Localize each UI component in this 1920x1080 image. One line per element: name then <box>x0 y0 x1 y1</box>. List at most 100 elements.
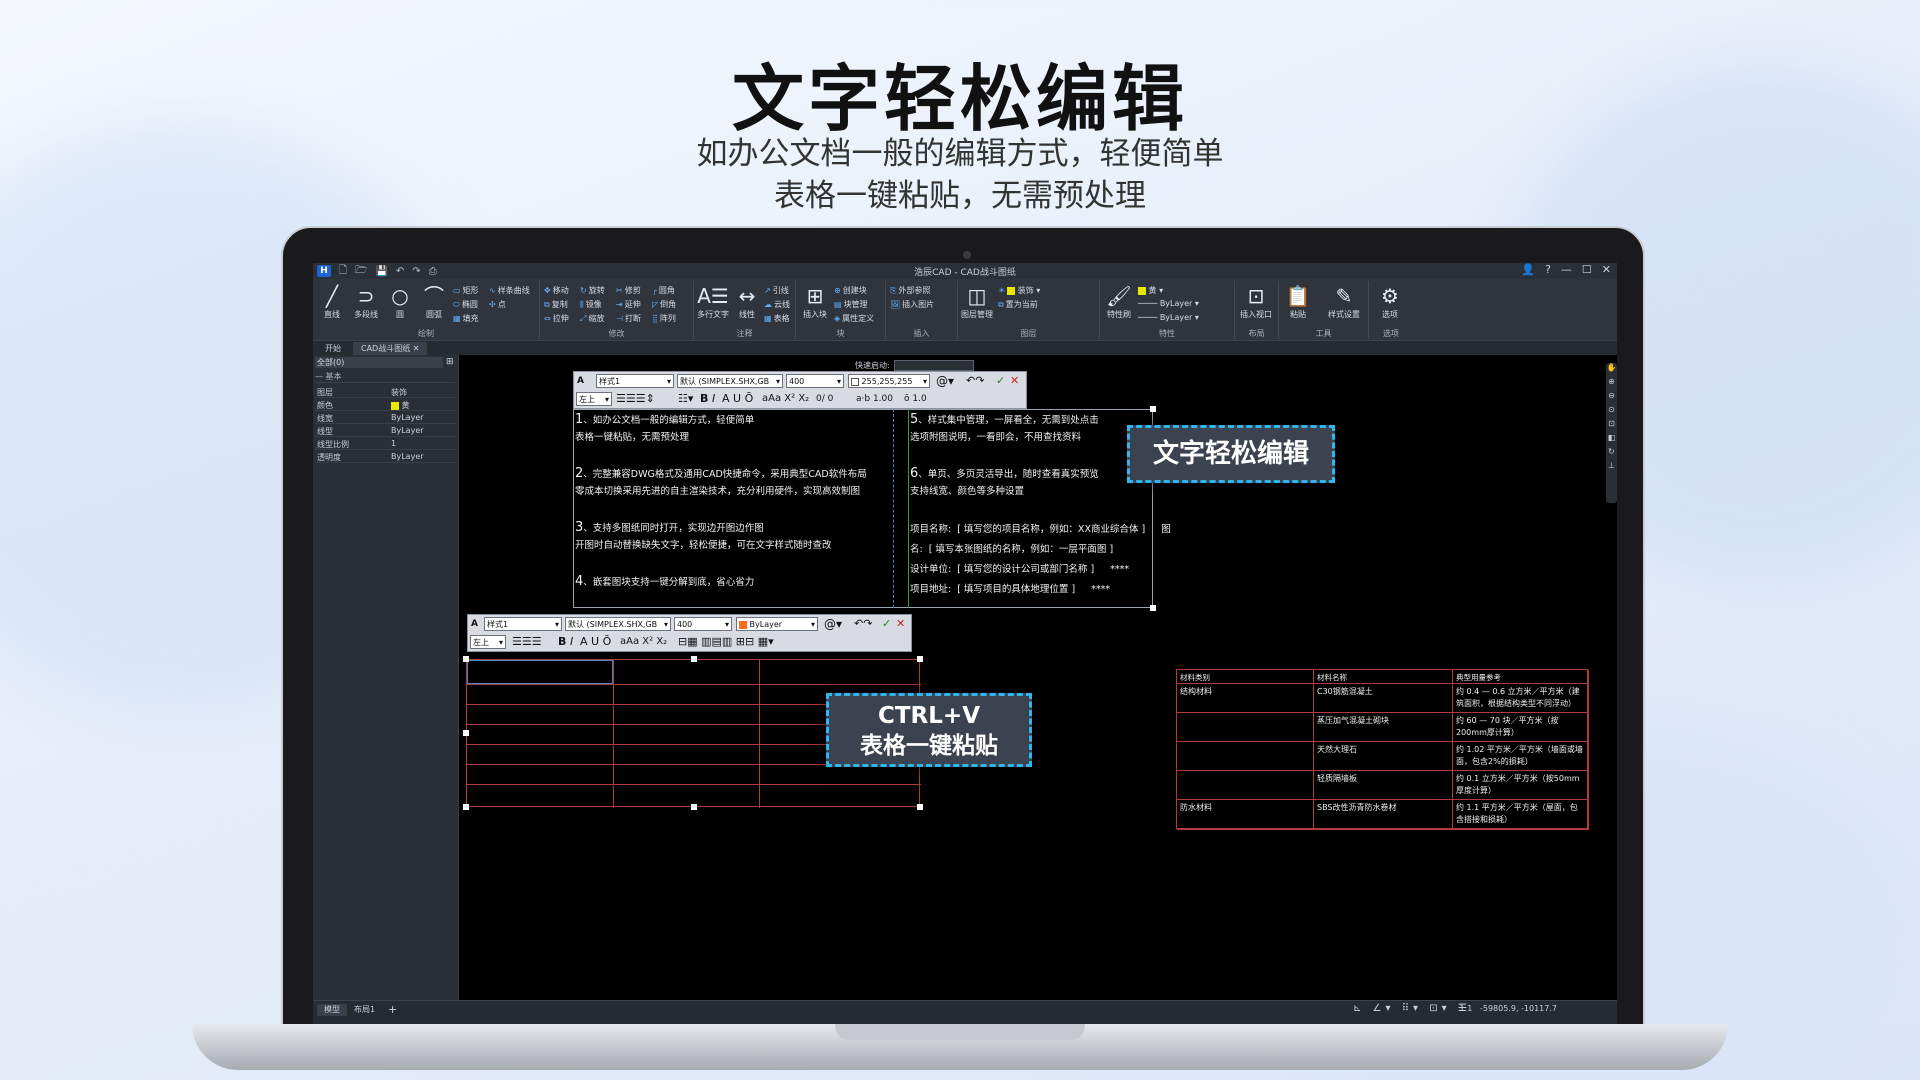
prop-row-layer[interactable]: 图层 装饰 <box>315 385 457 398</box>
material-table[interactable]: 材料类别 材料名称 典型用量参考 结构材料 C30钢筋混凝土约 0.4 — 0.6 立方… <box>1176 669 1589 830</box>
close-icon[interactable]: ✕ <box>1602 263 1611 276</box>
resize-handle[interactable] <box>463 730 469 736</box>
bullets-icon[interactable]: ☷▾ <box>678 391 693 407</box>
zoom-extents-icon[interactable]: ⊡ <box>1606 419 1617 433</box>
pan-icon[interactable]: ✋ <box>1606 363 1617 377</box>
save-icon[interactable]: 💾 <box>375 266 387 277</box>
revcloud-tool[interactable]: ☁ 云线 <box>764 299 790 310</box>
lineweight-dropdown[interactable]: ──── ByLayer ▾ <box>1138 313 1199 322</box>
redo-icon[interactable]: ↷ <box>412 266 420 277</box>
tab-drawing[interactable]: CAD战斗图纸 ✕ <box>353 342 428 355</box>
prop-row-ltscale[interactable]: 线型比例 1 <box>315 437 457 450</box>
tracking-icon[interactable]: a·b 1.00 <box>856 391 893 407</box>
print-icon[interactable]: ⎙ <box>429 266 437 277</box>
table-tool[interactable]: ▦ 表格 <box>764 313 790 324</box>
quick-select-icon[interactable]: ⊞ <box>446 357 454 367</box>
undo-icon[interactable]: ↶ <box>396 266 404 277</box>
rect-tool[interactable]: ▭ 矩形 <box>453 285 479 296</box>
zoom-out-icon[interactable]: ⊖ <box>1606 391 1617 405</box>
zoom-previous-icon[interactable]: ◧ <box>1606 433 1617 447</box>
quick-launch-input[interactable] <box>893 360 974 371</box>
help-icon[interactable]: ? <box>1545 263 1551 276</box>
options-tool[interactable]: ⚙ 选项 <box>1373 283 1407 320</box>
text-style-icon[interactable]: A <box>471 616 478 632</box>
resize-handle[interactable] <box>463 656 469 662</box>
paragraph-align-icon[interactable]: ☰☰☰ <box>512 634 542 650</box>
fillet-tool[interactable]: ╭ 圆角 <box>652 285 675 296</box>
italic-icon[interactable]: I <box>570 634 573 650</box>
resize-handle[interactable] <box>691 804 697 810</box>
tab-model[interactable]: 模型 <box>317 1004 347 1016</box>
symbol-icon[interactable]: @▾ <box>936 373 954 389</box>
text-height-dropdown[interactable]: 400 <box>674 617 732 631</box>
color-dropdown[interactable]: 黄 ▾ <box>1138 285 1163 296</box>
justify-dropdown[interactable]: 左上 <box>576 392 612 406</box>
tab-layout1[interactable]: 布局1 <box>347 1004 382 1016</box>
text-height-dropdown[interactable]: 400 <box>786 374 844 388</box>
block-manager-tool[interactable]: ▤ 块管理 <box>834 299 868 310</box>
text-color-dropdown[interactable]: 255,255,255 <box>848 374 930 388</box>
layer-manager-tool[interactable]: ◫ 图层管理 <box>960 283 994 320</box>
user-icon[interactable]: 👤 <box>1521 263 1535 276</box>
layer-dropdown[interactable]: ☀ 装饰 ▾ <box>998 285 1040 296</box>
text-style-icon[interactable]: A <box>577 373 584 389</box>
attdef-tool[interactable]: ◈ 属性定义 <box>834 313 874 324</box>
linear-dim-tool[interactable]: ↔ 线性 <box>730 283 764 320</box>
props-group-basic[interactable]: — 基本 <box>315 371 455 383</box>
status-toggles[interactable]: ⊾ ∠▾ ⠿▾ ⊡▾ ☰ <box>1353 1003 1471 1014</box>
font-dropdown[interactable]: 默认 (SIMPLEX.SHX,GB <box>677 374 783 388</box>
prop-row-lineweight[interactable]: 线宽 ByLayer <box>315 411 457 424</box>
copy-tool[interactable]: ⧉ 复制 <box>544 299 568 310</box>
insert-viewport-tool[interactable]: ⊡ 插入视口 <box>1239 283 1273 320</box>
bold-icon[interactable]: B <box>700 391 708 407</box>
underline-icon[interactable]: A U Ō <box>722 391 753 407</box>
paragraph-align-icon[interactable]: ☰☰☰⇕ <box>616 391 655 407</box>
spline-tool[interactable]: ∿ 样条曲线 <box>489 285 530 296</box>
font-dropdown[interactable]: 默认 (SIMPLEX.SHX,GB <box>565 617 671 631</box>
app-logo-icon[interactable]: H <box>317 265 331 277</box>
italic-icon[interactable]: I <box>712 391 715 407</box>
resize-handle[interactable] <box>463 804 469 810</box>
mtext-tool[interactable]: A☰ 多行文字 <box>696 283 730 320</box>
prop-row-color[interactable]: 颜色 黄 <box>315 398 457 411</box>
hatch-tool[interactable]: ▦ 填充 <box>453 313 479 324</box>
cancel-icon[interactable]: ✕ <box>1010 373 1019 389</box>
selection-dropdown[interactable]: 全部(0) <box>315 357 443 368</box>
close-tab-icon[interactable]: ✕ <box>413 344 420 353</box>
insert-image-tool[interactable]: 🖼 插入图片 <box>890 299 934 310</box>
symbol-icon[interactable]: @▾ <box>824 616 842 632</box>
minimize-icon[interactable]: — <box>1561 263 1572 276</box>
table-edit-icons[interactable]: ⊟▦ ▥▤▥ ⊞⊟ ▦▾ <box>678 634 774 650</box>
chamfer-tool[interactable]: ◸ 倒角 <box>652 299 676 310</box>
text-style-dropdown[interactable]: 样式1 <box>596 374 674 388</box>
add-layout-button[interactable]: + <box>381 1004 404 1016</box>
arc-tool[interactable]: ⌒ 圆弧 <box>417 283 451 320</box>
create-block-tool[interactable]: ⊕ 创建块 <box>834 285 867 296</box>
text-style-dropdown[interactable]: 样式1 <box>484 617 562 631</box>
resize-handle[interactable] <box>691 656 697 662</box>
prop-row-transparency[interactable]: 透明度 ByLayer <box>315 450 457 463</box>
paste-tool[interactable]: 📋 粘贴 <box>1281 283 1315 320</box>
case-icon[interactable]: aAa X² X₂ <box>762 391 809 407</box>
text-color-dropdown[interactable]: ByLayer <box>736 617 818 631</box>
ellipse-tool[interactable]: ⬭ 椭圆 <box>453 299 478 310</box>
orbit-icon[interactable]: ↻ <box>1606 447 1617 461</box>
point-tool[interactable]: ✣ 点 <box>489 299 506 310</box>
case-icon[interactable]: aAa X² X₂ <box>620 634 667 650</box>
trim-tool[interactable]: ✂ 修剪 <box>616 285 641 296</box>
stretch-tool[interactable]: ⇔ 拉伸 <box>544 313 569 324</box>
ok-icon[interactable]: ✓ <box>882 616 891 632</box>
extend-tool[interactable]: ⇥ 延伸 <box>616 299 641 310</box>
oblique-icon[interactable]: 0/ 0 <box>816 391 833 407</box>
rotate-tool[interactable]: ↻ 旋转 <box>580 285 605 296</box>
prop-row-linetype[interactable]: 线型 ByLayer <box>315 424 457 437</box>
style-settings-tool[interactable]: ✎ 样式设置 <box>1327 283 1361 320</box>
justify-dropdown[interactable]: 左上 <box>470 635 506 649</box>
resize-handle[interactable] <box>1150 605 1156 611</box>
table-cell-selected[interactable] <box>467 660 613 684</box>
new-file-icon[interactable]: 🗋 <box>339 263 347 280</box>
cancel-icon[interactable]: ✕ <box>896 616 905 632</box>
resize-handle[interactable] <box>917 804 923 810</box>
insert-block-tool[interactable]: ⊞ 插入块 <box>798 283 832 320</box>
xref-tool[interactable]: ⎘ 外部参照 <box>890 285 930 296</box>
